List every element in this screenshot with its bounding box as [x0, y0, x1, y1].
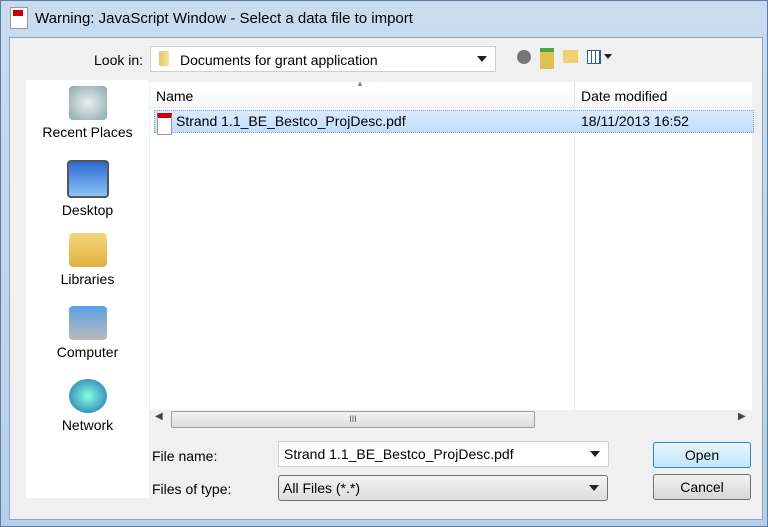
- column-divider: [574, 82, 575, 107]
- view-dropdown-arrow-icon[interactable]: [604, 54, 612, 59]
- pdf-app-icon: [10, 7, 28, 29]
- place-computer[interactable]: Computer: [26, 306, 149, 360]
- dialog-body: Look in: Documents for grant application…: [9, 37, 763, 520]
- file-name-input[interactable]: Strand 1.1_BE_Bestco_ProjDesc.pdf: [278, 441, 609, 467]
- place-label: Network: [61, 417, 114, 433]
- look-in-value: Documents for grant application: [180, 52, 378, 68]
- column-line: [574, 108, 575, 410]
- scroll-right-icon[interactable]: ▶: [738, 411, 746, 422]
- file-name-label: File name:: [152, 448, 218, 464]
- cancel-button[interactable]: Cancel: [653, 474, 751, 500]
- look-in-label: Look in:: [94, 52, 144, 68]
- place-network[interactable]: Network: [26, 379, 149, 433]
- file-list: Name ▲ Date modified Strand 1.1_BE_Bestc…: [150, 79, 754, 428]
- file-type-dropdown[interactable]: All Files (*.*): [278, 475, 608, 501]
- chevron-down-icon: [477, 56, 487, 62]
- open-button[interactable]: Open: [653, 442, 751, 468]
- recent-places-icon: [68, 86, 107, 120]
- computer-icon: [68, 306, 107, 340]
- chevron-down-icon[interactable]: [590, 451, 600, 457]
- place-label: Recent Places: [42, 124, 133, 140]
- place-label: Libraries: [60, 271, 115, 287]
- horizontal-scrollbar[interactable]: ◀ III ▶: [150, 410, 752, 428]
- place-label: Computer: [56, 344, 119, 360]
- up-folder-icon[interactable]: [540, 48, 554, 69]
- libraries-icon: [68, 233, 107, 267]
- place-recent-places[interactable]: Recent Places: [26, 86, 149, 140]
- file-row[interactable]: Strand 1.1_BE_Bestco_ProjDesc.pdf 18/11/…: [154, 110, 754, 135]
- file-type-label: Files of type:: [152, 481, 232, 497]
- scroll-left-icon[interactable]: ◀: [155, 411, 163, 422]
- file-type-value: All Files (*.*): [283, 480, 361, 496]
- scrollbar-thumb[interactable]: III: [171, 411, 535, 428]
- folder-icon: [159, 51, 169, 66]
- look-in-dropdown[interactable]: Documents for grant application: [150, 46, 496, 72]
- back-icon[interactable]: [517, 50, 531, 64]
- column-header-name[interactable]: Name: [156, 88, 193, 104]
- view-menu-icon[interactable]: [587, 50, 601, 64]
- file-date: 18/11/2013 16:52: [581, 113, 689, 129]
- window-title: Warning: JavaScript Window - Select a da…: [35, 10, 413, 27]
- places-bar: Recent Places Desktop Libraries Computer…: [26, 80, 149, 498]
- column-header-date[interactable]: Date modified: [581, 88, 667, 104]
- new-folder-icon[interactable]: [563, 50, 578, 63]
- dialog-window: Warning: JavaScript Window - Select a da…: [0, 0, 768, 527]
- file-name: Strand 1.1_BE_Bestco_ProjDesc.pdf: [176, 113, 406, 129]
- desktop-icon: [66, 160, 109, 198]
- place-label: Desktop: [61, 202, 114, 218]
- list-header: Name ▲ Date modified: [150, 79, 752, 108]
- place-desktop[interactable]: Desktop: [26, 160, 149, 218]
- network-icon: [68, 379, 107, 413]
- chevron-down-icon: [589, 485, 599, 491]
- pdf-file-icon: [157, 113, 172, 135]
- sort-ascending-icon: ▲: [356, 79, 364, 88]
- file-name-value: Strand 1.1_BE_Bestco_ProjDesc.pdf: [284, 446, 514, 462]
- place-libraries[interactable]: Libraries: [26, 233, 149, 287]
